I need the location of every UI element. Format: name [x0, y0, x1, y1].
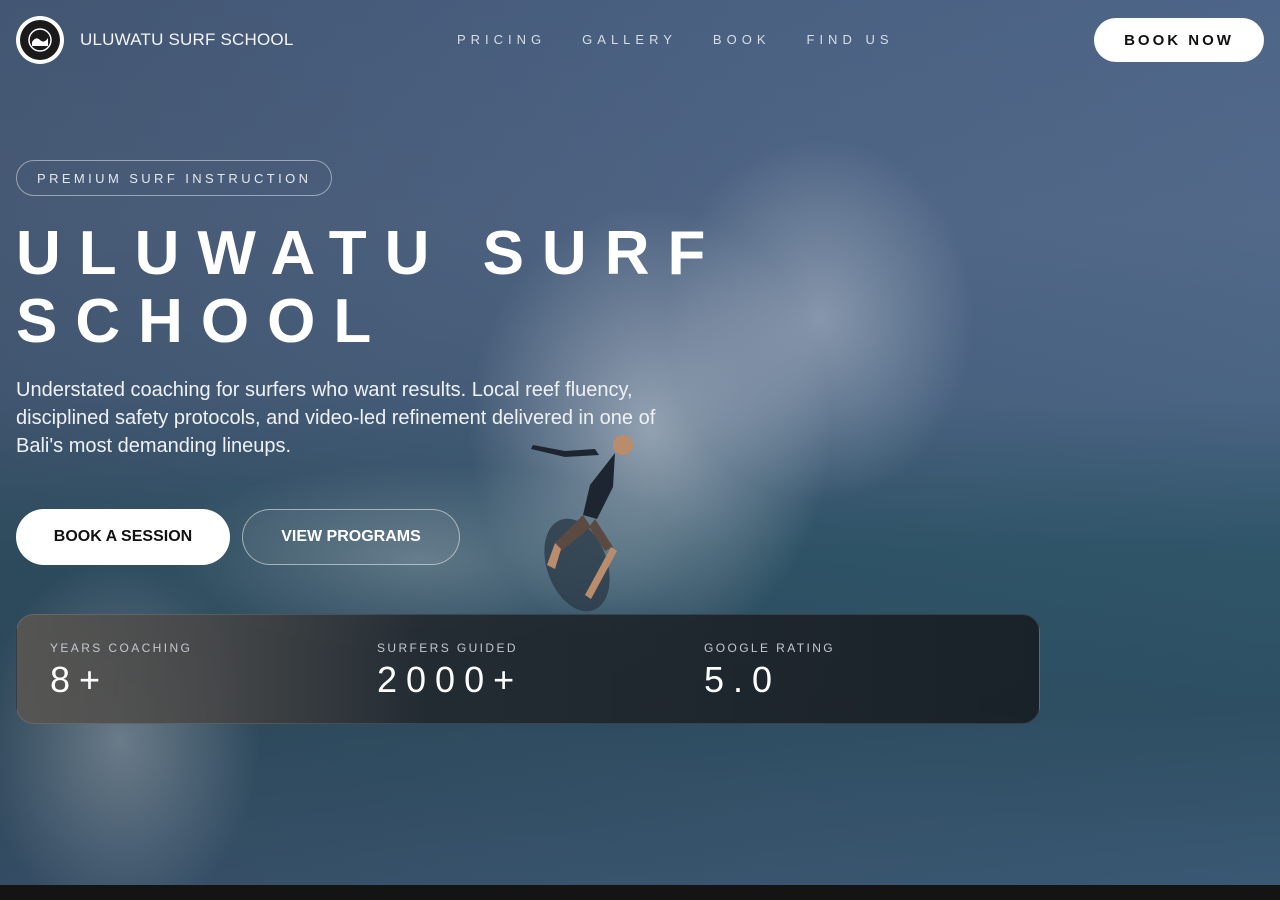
hero-title: ULUWATU SURF SCHOOL	[16, 219, 724, 356]
hero-tag: PREMIUM SURF INSTRUCTION	[16, 160, 333, 196]
nav-links: PRICING GALLERY BOOK FIND US	[457, 32, 930, 47]
nav-link-find-us[interactable]: FIND US	[807, 32, 894, 47]
logo-badge[interactable]	[16, 16, 64, 64]
book-session-button[interactable]: BOOK A SESSION	[16, 509, 230, 565]
view-programs-button[interactable]: VIEW PROGRAMS	[242, 509, 460, 565]
stat-value: 5.0	[704, 659, 782, 700]
stat-label: YEARS COACHING	[50, 641, 193, 655]
book-now-button[interactable]: BOOK NOW	[1094, 18, 1264, 62]
stat-google-rating: GOOGLE RATING 5.0	[704, 641, 835, 701]
stat-value: 2000+	[377, 659, 524, 700]
stats-panel: YEARS COACHING 8+ SURFERS GUIDED 2000+ G…	[16, 614, 1040, 724]
nav-link-gallery[interactable]: GALLERY	[582, 32, 677, 47]
nav-link-book[interactable]: BOOK	[713, 32, 771, 47]
wave-emblem-icon	[28, 28, 52, 52]
stat-label: GOOGLE RATING	[704, 641, 835, 655]
top-nav: ULUWATU SURF SCHOOL PRICING GALLERY BOOK…	[0, 0, 1280, 80]
hero-subtitle: Understated coaching for surfers who wan…	[16, 379, 656, 457]
logo-icon	[20, 20, 60, 60]
stat-years-coaching: YEARS COACHING 8+	[50, 641, 192, 701]
stat-value: 8+	[50, 659, 110, 700]
stat-label: SURFERS GUIDED	[377, 641, 518, 655]
page-footer-edge	[0, 885, 1280, 900]
nav-link-pricing[interactable]: PRICING	[457, 32, 546, 47]
stat-surfers-guided: SURFERS GUIDED 2000+	[377, 641, 523, 701]
brand-name[interactable]: ULUWATU SURF SCHOOL	[80, 30, 293, 50]
